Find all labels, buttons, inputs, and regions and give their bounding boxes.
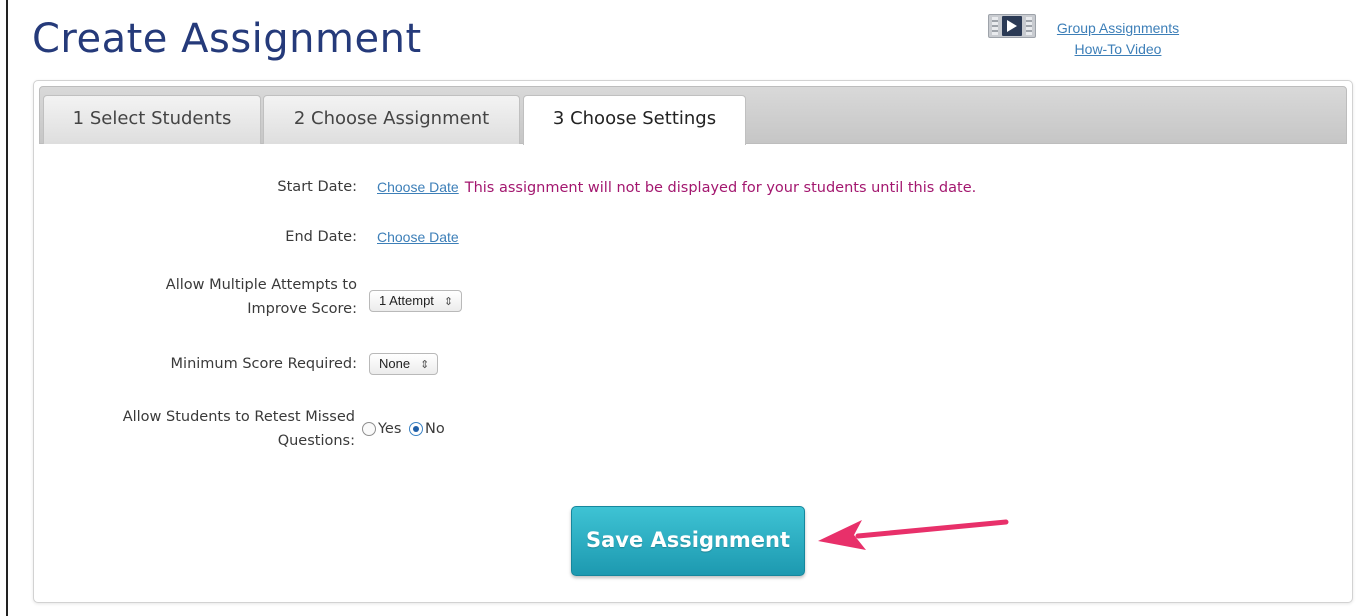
left-edge-rule — [6, 0, 8, 616]
tab-select-students[interactable]: 1 Select Students — [43, 95, 261, 144]
min-score-select[interactable]: None ⇕ — [369, 353, 439, 375]
end-date-picker-link[interactable]: Choose Date — [377, 229, 459, 245]
select-arrows-icon: ⇕ — [443, 296, 454, 308]
start-date-note: This assignment will not be displayed fo… — [464, 180, 977, 196]
select-arrows-icon: ⇕ — [420, 359, 430, 371]
start-date-label: Start Date: — [277, 179, 357, 195]
tab-choose-assignment[interactable]: 2 Choose Assignment — [263, 95, 520, 144]
film-play-icon[interactable] — [988, 14, 1036, 38]
attempts-label-line1: Allow Multiple Attempts to — [165, 277, 357, 293]
tab-choose-settings[interactable]: 3 Choose Settings — [523, 95, 746, 145]
save-assignment-button[interactable]: Save Assignment — [571, 506, 805, 576]
attempts-select[interactable]: 1 Attempt ⇕ — [369, 290, 463, 312]
min-score-label: Minimum Score Required: — [170, 356, 357, 372]
min-score-selected-value: None — [379, 356, 411, 371]
retest-yes-radio[interactable] — [362, 422, 376, 436]
retest-yes-label: Yes — [378, 421, 402, 437]
page-title: Create Assignment — [32, 16, 422, 62]
attempts-label-line2: Improve Score: — [247, 301, 357, 317]
attempts-selected-value: 1 Attempt — [379, 293, 434, 308]
video-link-line2[interactable]: How-To Video — [1043, 39, 1193, 60]
assignment-panel: 1 Select Students 2 Choose Assignment 3 … — [33, 80, 1353, 603]
pink-arrow-icon — [818, 519, 1009, 550]
retest-label-line2: Questions: — [277, 433, 355, 449]
retest-label-line1: Allow Students to Retest Missed — [122, 409, 355, 425]
video-link-line1[interactable]: Group Assignments — [1043, 18, 1193, 39]
retest-no-radio[interactable] — [409, 422, 424, 436]
tab-bar: 1 Select Students 2 Choose Assignment 3 … — [39, 86, 1347, 145]
start-date-picker-link[interactable]: Choose Date — [377, 179, 459, 195]
end-date-label: End Date: — [285, 229, 357, 245]
retest-no-label: No — [425, 421, 445, 437]
